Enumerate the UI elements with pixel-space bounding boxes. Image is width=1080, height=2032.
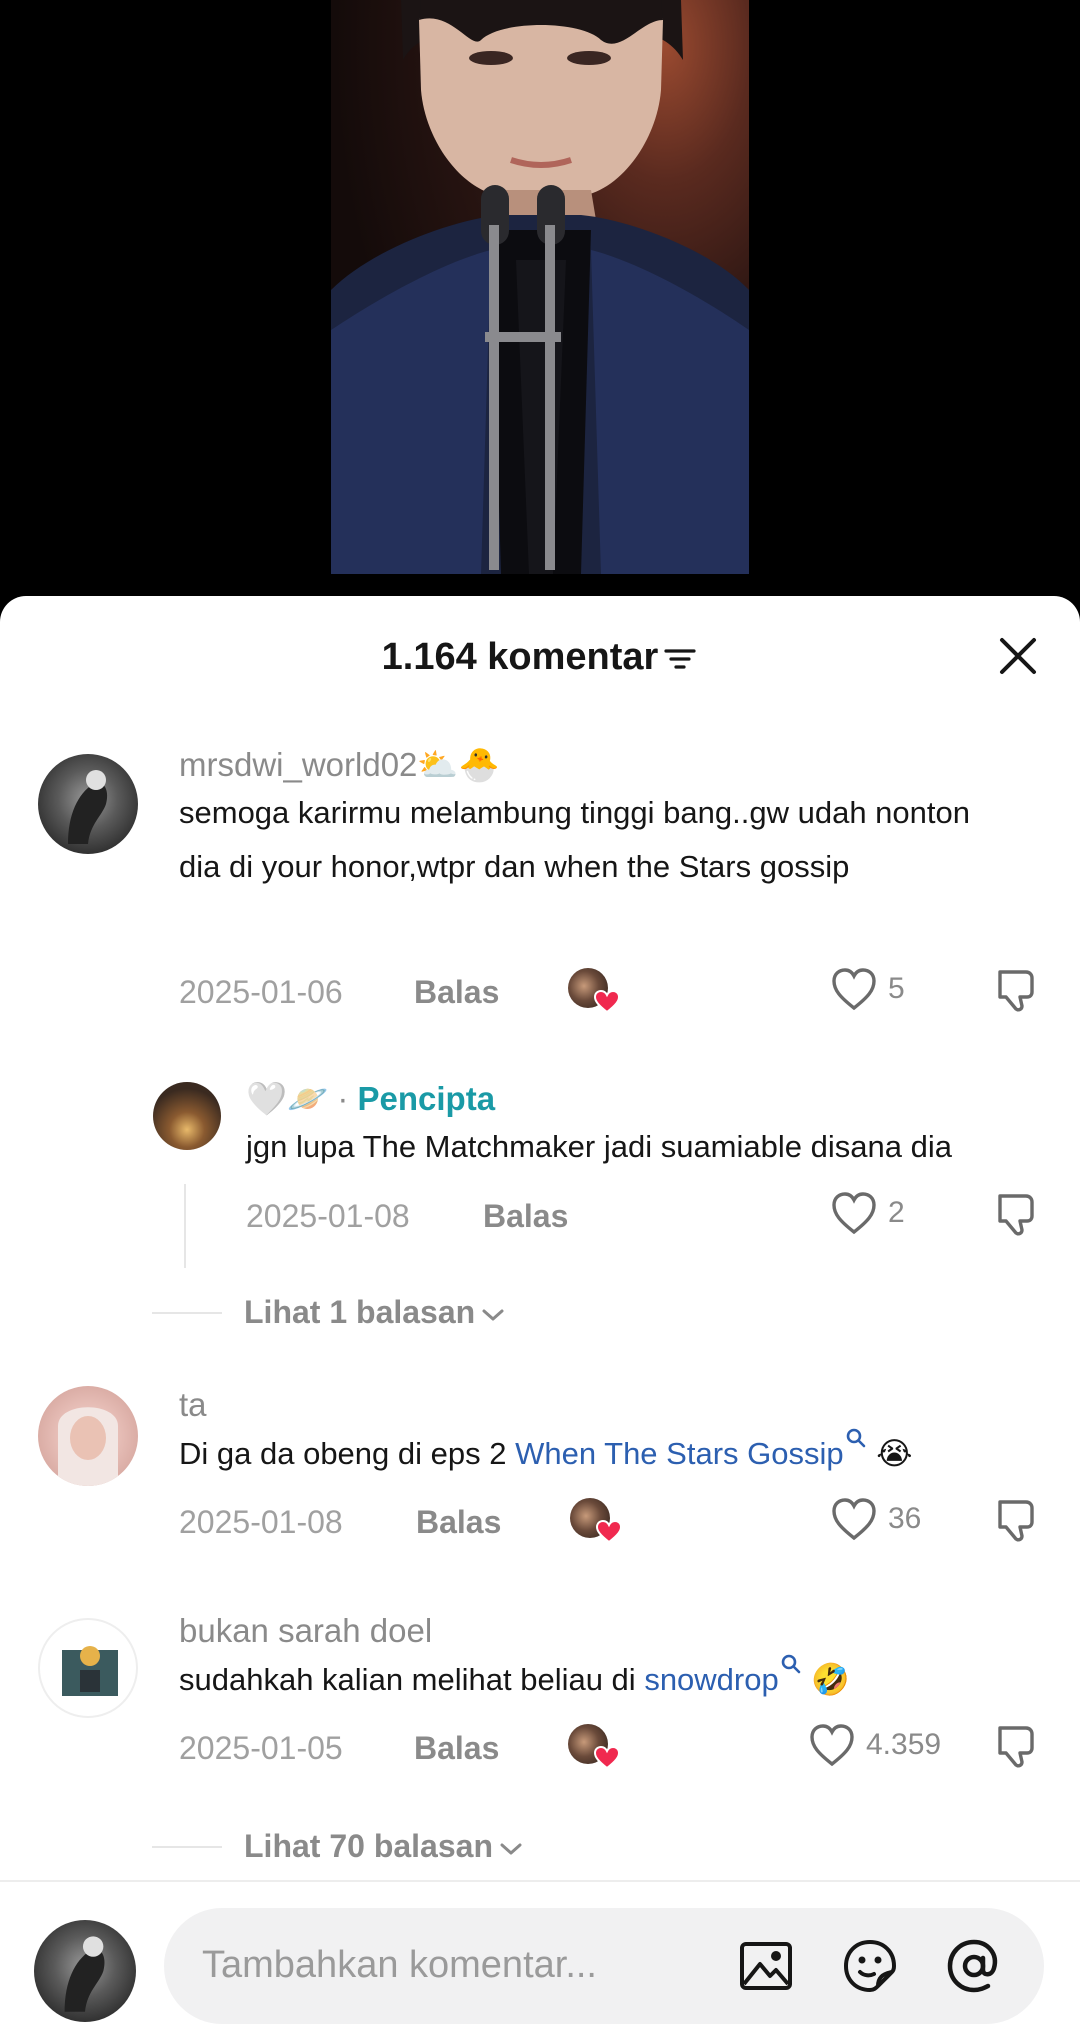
comment-username[interactable]: ta [179,1386,207,1424]
video-frame [331,0,749,574]
comment-text: sudahkah kalian melihat beliau di snowdr… [179,1652,1039,1707]
sort-icon[interactable] [662,644,698,674]
dislike-icon[interactable] [992,1722,1040,1770]
avatar[interactable] [38,1618,138,1718]
reply-date: 2025-01-08 [246,1198,410,1234]
chevron-down-icon [500,1843,522,1855]
heart-outline-icon[interactable] [830,1496,878,1542]
emoji: 😭 [876,1436,913,1471]
reply-thread-line [184,1184,186,1268]
comment-username[interactable]: mrsdwi_world02⛅🐣 [179,746,500,785]
like-button[interactable]: 4.359 [808,1722,941,1768]
comment-count-title[interactable]: 1.164 komentar [0,636,1080,679]
heart-outline-icon[interactable] [830,966,878,1012]
view-replies-label: Lihat 70 balasan [244,1828,493,1864]
close-icon[interactable] [996,634,1040,678]
heart-outline-icon[interactable] [830,1190,878,1236]
comment-text-plain: Di ga da obeng di eps 2 [179,1436,516,1471]
my-avatar[interactable] [34,1920,136,2022]
creator-avatar[interactable] [153,1082,221,1150]
comment-item: ta Di ga da obeng di eps 2 When The Star… [0,1386,1080,1586]
view-replies-label: Lihat 1 balasan [244,1294,476,1330]
like-count: 36 [888,1502,922,1535]
reply-button[interactable]: Balas [483,1198,568,1235]
comment-count-label: 1.164 komentar [381,636,659,678]
video-still-image [331,0,749,574]
comment-text-plain: sudahkah kalian melihat beliau di [179,1662,645,1697]
comments-header: 1.164 komentar [0,596,1080,716]
avatar-scene-icon [62,1646,118,1696]
reply-text: jgn lupa The Matchmaker jadi suamiable d… [246,1129,952,1164]
emoji: 🤣 [811,1662,850,1697]
like-count: 4.359 [866,1728,942,1761]
comments-sheet: 1.164 komentar mrsdwi_world02⛅🐣 semoga k… [0,596,1080,2032]
creator-liked-badge [568,1724,620,1770]
creator-liked-badge [570,1498,622,1544]
like-button[interactable]: 36 [830,1496,921,1542]
heart-icon [594,1746,620,1770]
emoji-sticker-icon[interactable] [840,1936,900,1996]
image-icon[interactable] [736,1936,796,1996]
reply-item: 🤍🪐 · Pencipta jgn lupa The Matchmaker ja… [0,1080,1080,1280]
comment-username[interactable]: bukan sarah doel [179,1612,432,1650]
dislike-icon[interactable] [992,966,1040,1014]
view-replies-button[interactable]: Lihat 1 balasan [244,1294,505,1331]
search-icon[interactable] [779,1652,803,1676]
like-count: 5 [888,972,905,1005]
separator-dot: · [328,1080,358,1117]
comment-item: mrsdwi_world02⛅🐣 semoga karirmu melambun… [0,746,1080,1026]
reply-button[interactable]: Balas [414,974,499,1011]
reply-button[interactable]: Balas [416,1504,501,1541]
mention-icon[interactable] [944,1936,1004,1996]
divider-line [152,1846,222,1848]
avatar-figure-icon [68,770,108,844]
dislike-icon[interactable] [992,1190,1040,1238]
avatar-figure-icon [64,1936,105,2012]
creator-tag: Pencipta [357,1080,496,1117]
username-text: mrsdwi_world02 [179,746,418,783]
comment-input-bar: Tambahkan komentar... [0,1880,1080,2032]
chevron-down-icon [482,1309,504,1321]
comment-text: Di ga da obeng di eps 2 When The Stars G… [179,1426,1039,1481]
username-emoji: ⛅🐣 [417,746,500,783]
comment-item: bukan sarah doel sudahkah kalian melihat… [0,1612,1080,1812]
comment-date: 2025-01-08 [179,1504,343,1540]
view-replies-button[interactable]: Lihat 70 balasan [244,1828,523,1865]
avatar[interactable] [38,754,138,854]
reply-username[interactable]: 🤍🪐 · Pencipta [246,1080,495,1119]
avatar[interactable] [38,1386,138,1486]
search-icon[interactable] [844,1426,868,1450]
username-emoji: 🤍🪐 [246,1080,329,1117]
like-count: 2 [888,1196,905,1229]
comment-text: semoga karirmu melambung tinggi bang..gw… [179,795,970,884]
dislike-icon[interactable] [992,1496,1040,1544]
search-link[interactable]: When The Stars Gossip [515,1436,844,1471]
divider-line [152,1312,222,1314]
comment-date: 2025-01-06 [179,974,343,1010]
like-button[interactable]: 5 [830,966,905,1012]
like-button[interactable]: 2 [830,1190,905,1236]
creator-liked-badge [568,968,620,1014]
comment-input-placeholder[interactable]: Tambahkan komentar... [202,1944,597,1987]
comment-input[interactable]: Tambahkan komentar... [164,1908,1044,2024]
comment-date: 2025-01-05 [179,1730,343,1766]
heart-outline-icon[interactable] [808,1722,856,1768]
video-player[interactable] [0,0,1080,600]
heart-icon [594,990,620,1014]
avatar-face-icon [58,1407,118,1486]
search-link[interactable]: snowdrop [644,1662,778,1697]
reply-button[interactable]: Balas [414,1730,499,1767]
heart-icon [596,1520,622,1544]
